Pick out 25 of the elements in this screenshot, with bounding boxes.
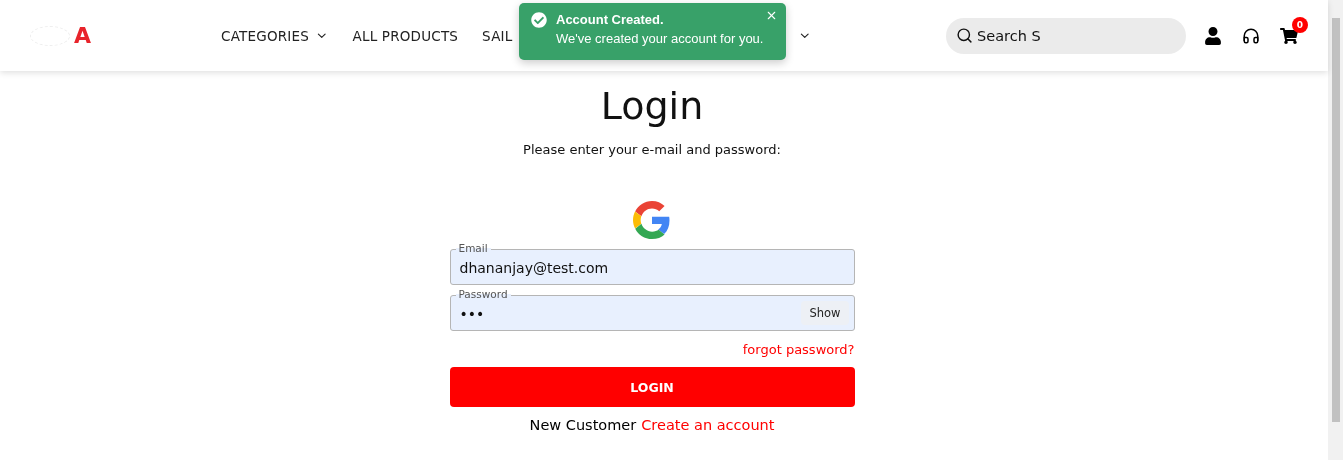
nav-link[interactable]: ALL PRODUCTS: [352, 27, 459, 44]
search-field[interactable]: Search S: [946, 17, 1186, 54]
show-password-button[interactable]: Show: [801, 301, 849, 325]
logo[interactable]: A: [74, 23, 92, 48]
new-customer-text: New Customer: [529, 417, 637, 433]
forgot-password-link[interactable]: forgot password?: [742, 342, 855, 357]
headset-icon[interactable]: [1242, 26, 1260, 45]
google-icon[interactable]: [633, 201, 671, 239]
field-label: Password: [455, 288, 511, 300]
user-icon[interactable]: [1204, 26, 1222, 45]
search-value: Search S: [977, 27, 1041, 44]
scrollbar-thumb[interactable]: [1331, 18, 1340, 422]
field-label: Email: [455, 242, 491, 254]
toast-message: We've created your account for you.: [556, 31, 764, 46]
page-title: Login: [600, 84, 704, 128]
nav-link[interactable]: SAIL: [482, 27, 513, 44]
subtitle: Please enter your e-mail and password:: [523, 142, 781, 157]
search-icon: [956, 27, 973, 44]
cart-icon[interactable]: [1280, 26, 1298, 45]
close-icon[interactable]: [765, 9, 778, 22]
cart-count-badge: 0: [1292, 16, 1308, 33]
login-button[interactable]: LOGIN: [449, 367, 855, 407]
create-account-link[interactable]: Create an account: [641, 417, 775, 433]
nav-link[interactable]: CATEGORIES: [221, 27, 329, 44]
toast-title: Account Created.: [556, 12, 665, 27]
